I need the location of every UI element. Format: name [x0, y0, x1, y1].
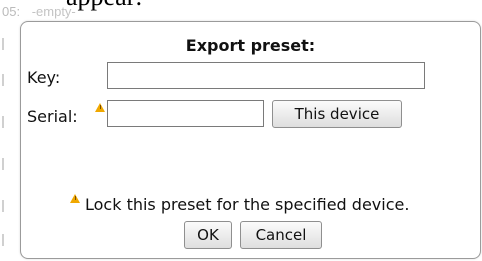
background-row-marker — [2, 200, 4, 212]
background-row-marker — [2, 234, 4, 246]
key-label: Key: — [27, 68, 61, 87]
warning-icon — [70, 194, 80, 203]
background-row: 05: -empty- — [2, 4, 76, 19]
serial-input[interactable] — [107, 100, 264, 127]
warning-icon — [95, 103, 105, 112]
background-heading: appear: — [66, 0, 143, 10]
background-row-marker — [2, 158, 4, 170]
background-row-value: -empty- — [31, 4, 76, 19]
background-row-label: 05: — [2, 4, 21, 19]
lock-note: Lock this preset for the specified devic… — [85, 195, 410, 214]
background-row-marker — [2, 74, 4, 86]
key-input[interactable] — [107, 62, 425, 89]
serial-label: Serial: — [27, 107, 78, 126]
dialog-title: Export preset: — [185, 36, 316, 55]
cancel-button[interactable]: Cancel — [240, 221, 322, 249]
background-row-marker — [2, 38, 4, 50]
this-device-button[interactable]: This device — [272, 100, 402, 128]
export-preset-dialog: Export preset: Key: Serial: This device … — [20, 21, 481, 259]
background-row-marker — [2, 116, 4, 128]
ok-button[interactable]: OK — [184, 221, 232, 249]
